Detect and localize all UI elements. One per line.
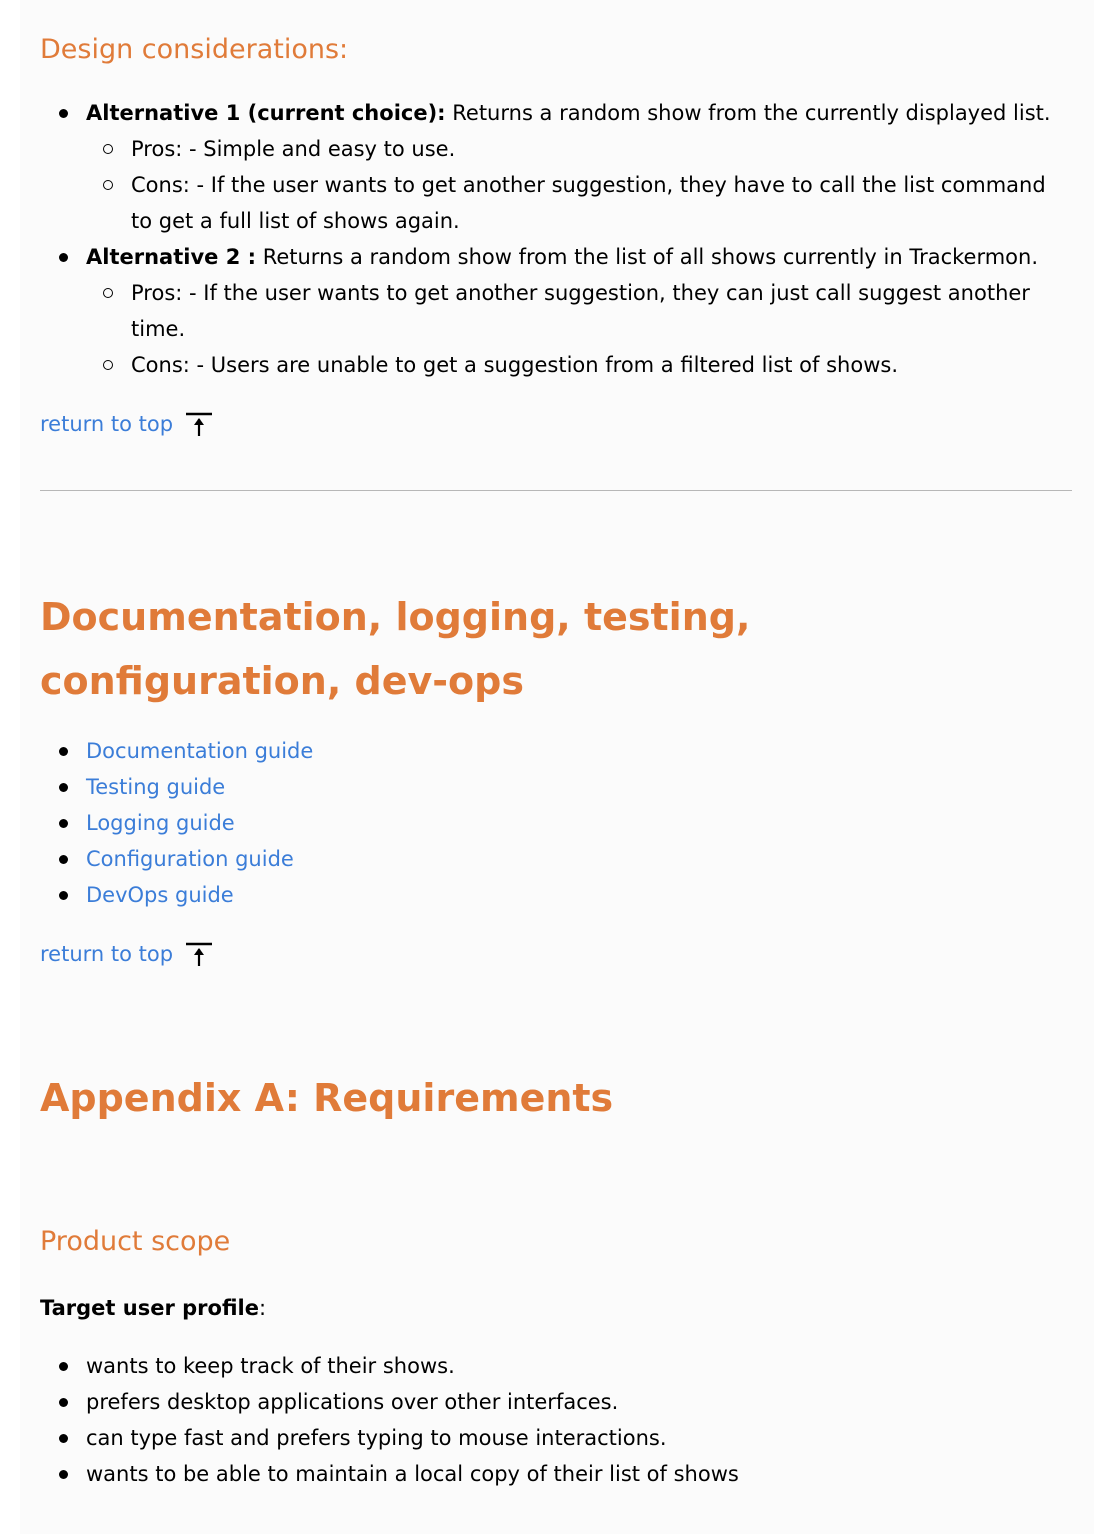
testing-guide-link[interactable]: Testing guide [86, 775, 225, 799]
return-to-top-label[interactable]: return to top [40, 936, 173, 972]
bullet-icon [59, 253, 68, 262]
bullet-icon [59, 1398, 68, 1407]
list-item: wants to be able to maintain a local cop… [40, 1456, 1072, 1492]
bullet-icon [59, 1434, 68, 1443]
list-item: prefers desktop applications over other … [40, 1384, 1072, 1420]
target-user-profile-label: Target user profile: [40, 1296, 267, 1320]
alternative-1-pros: Pros: - Simple and easy to use. [86, 131, 1072, 167]
circle-bullet-icon [103, 360, 113, 370]
bullet-icon [59, 783, 68, 792]
alternative-2-item: Alternative 2 : Returns a random show fr… [40, 239, 1072, 383]
bullet-icon [59, 109, 68, 118]
alternative-2-text: Returns a random show from the list of a… [256, 245, 1039, 269]
documentation-guide-link[interactable]: Documentation guide [86, 739, 313, 763]
bullet-icon [59, 891, 68, 900]
design-considerations-heading: Design considerations: [40, 34, 349, 65]
list-item: wants to keep track of their shows. [40, 1348, 1072, 1384]
horizontal-divider [40, 490, 1072, 491]
alternative-2-sublist: Pros: - If the user wants to get another… [86, 275, 1072, 383]
bullet-icon [59, 1470, 68, 1479]
configuration-guide-link[interactable]: Configuration guide [86, 847, 294, 871]
devops-guide-link[interactable]: DevOps guide [86, 883, 234, 907]
alternative-1-title: Alternative 1 (current choice): [86, 101, 446, 125]
bullet-icon [59, 1362, 68, 1371]
guide-item: Configuration guide [40, 841, 1072, 877]
guides-list: Documentation guide Testing guide Loggin… [40, 733, 1072, 913]
alternative-1-item: Alternative 1 (current choice): Returns … [40, 95, 1072, 239]
alternatives-list: Alternative 1 (current choice): Returns … [40, 95, 1072, 383]
guide-item: Logging guide [40, 805, 1072, 841]
guide-item: Testing guide [40, 769, 1072, 805]
alternative-1-cons: Cons: - If the user wants to get another… [86, 167, 1072, 239]
guide-item: Documentation guide [40, 733, 1072, 769]
circle-bullet-icon [103, 288, 113, 298]
list-item: can type fast and prefers typing to mous… [40, 1420, 1072, 1456]
return-to-top-label[interactable]: return to top [40, 406, 173, 442]
guide-item: DevOps guide [40, 877, 1072, 913]
appendix-heading: Appendix A: Requirements [40, 1076, 614, 1120]
circle-bullet-icon [103, 144, 113, 154]
document-page: Design considerations: Alternative 1 (cu… [20, 0, 1094, 1534]
user-profile-list: wants to keep track of their shows. pref… [40, 1348, 1072, 1492]
arrow-to-top-icon[interactable] [184, 410, 214, 438]
arrow-to-top-icon[interactable] [184, 940, 214, 968]
alternative-2-cons: Cons: - Users are unable to get a sugges… [86, 347, 1072, 383]
alternative-1-sublist: Pros: - Simple and easy to use. Cons: - … [86, 131, 1072, 239]
circle-bullet-icon [103, 180, 113, 190]
documentation-heading: Documentation, logging, testing, configu… [40, 595, 751, 703]
alternative-1-text: Returns a random show from the currently… [445, 101, 1051, 125]
alternative-2-title: Alternative 2 : [86, 245, 257, 269]
return-to-top-link-2[interactable]: return to top [40, 936, 214, 972]
return-to-top-link-1[interactable]: return to top [40, 406, 214, 442]
product-scope-heading: Product scope [40, 1226, 231, 1257]
alternative-2-pros: Pros: - If the user wants to get another… [86, 275, 1072, 347]
bullet-icon [59, 819, 68, 828]
bullet-icon [59, 747, 68, 756]
logging-guide-link[interactable]: Logging guide [86, 811, 235, 835]
bullet-icon [59, 855, 68, 864]
